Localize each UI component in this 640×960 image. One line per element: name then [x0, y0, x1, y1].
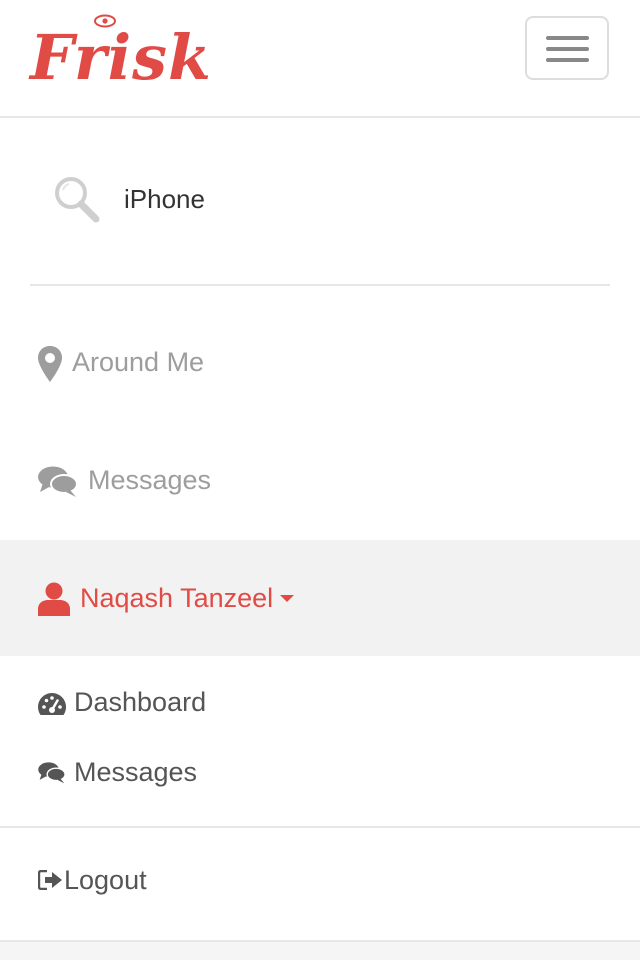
logout-link[interactable]: Logout	[0, 828, 640, 942]
nav-item-label: Around Me	[72, 347, 205, 377]
user-menu-toggle[interactable]: Naqash Tanzeel	[0, 540, 640, 656]
nav-item-around-me[interactable]: Around Me	[0, 304, 640, 422]
logo-eye-icon	[94, 14, 116, 28]
brand-name: Frisk	[30, 21, 213, 94]
caret-down-icon	[280, 595, 294, 602]
dropdown-item-dashboard[interactable]: Dashboard	[0, 672, 640, 732]
comments-icon	[38, 762, 66, 784]
navbar-toggle-button[interactable]	[525, 16, 609, 80]
nav-item-label: Messages	[88, 465, 212, 495]
search-icon	[55, 177, 100, 223]
nav-item-messages[interactable]: Messages	[0, 422, 640, 540]
logout-label: Logout	[64, 865, 147, 895]
user-name: Naqash Tanzeel	[80, 583, 274, 613]
dashboard-icon	[38, 693, 66, 715]
sign-out-icon	[38, 870, 62, 890]
navbar: Frisk	[0, 0, 640, 118]
brand-logo[interactable]: Frisk	[30, 18, 212, 98]
comments-icon	[38, 466, 78, 497]
user-dropdown-menu: Dashboard Messages	[0, 656, 640, 828]
dropdown-item-label: Dashboard	[74, 687, 207, 717]
search-input[interactable]: iPhone	[124, 184, 205, 214]
search-bar[interactable]: iPhone	[30, 120, 610, 286]
map-marker-icon	[38, 346, 62, 382]
dropdown-item-messages[interactable]: Messages	[0, 742, 640, 802]
dropdown-item-label: Messages	[74, 757, 198, 787]
bottom-divider	[0, 942, 640, 960]
user-icon	[38, 582, 70, 616]
